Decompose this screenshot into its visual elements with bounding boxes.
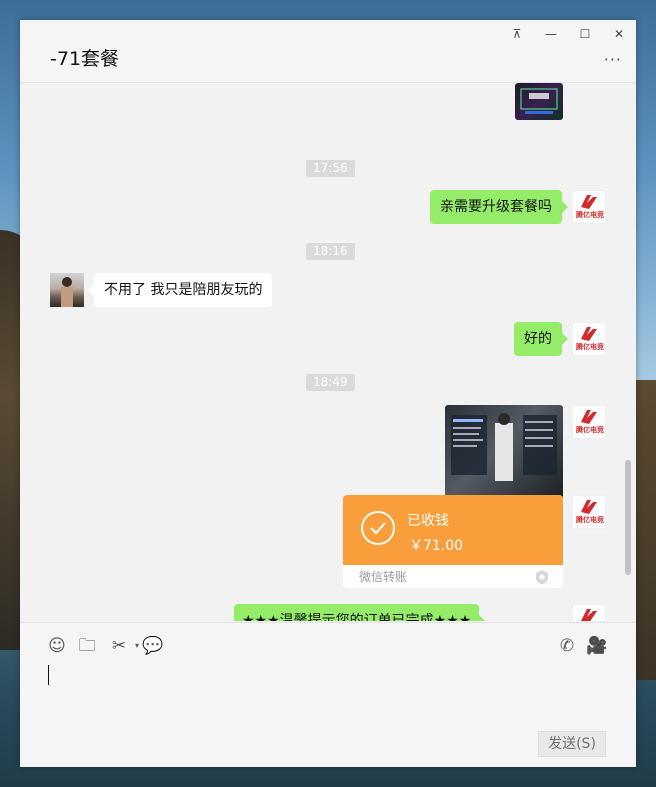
avatar[interactable]: 腾亿电竞 <box>572 405 606 439</box>
message-bubble-order-complete[interactable]: ★★★温馨提示您的订单已完成★★★ <box>234 604 486 621</box>
send-button[interactable]: 发送(S) <box>538 731 606 757</box>
image-message-game[interactable] <box>445 405 563 499</box>
chat-window: -71套餐 ⊼ — ☐ ✕ ··· 17:56 亲需要升级套餐吗 腾亿电竞 18… <box>20 20 636 767</box>
brand-logo-icon <box>581 500 597 514</box>
chat-title: -71套餐 <box>50 48 120 70</box>
timestamp: 18:49 <box>306 374 355 391</box>
timestamp: 17:56 <box>306 160 355 177</box>
transfer-header: 已收钱 ￥71.00 <box>343 495 563 565</box>
transfer-status: 已收钱 <box>407 513 449 529</box>
close-button[interactable]: ✕ <box>608 25 630 43</box>
more-options-icon[interactable]: ··· <box>604 50 622 69</box>
brand-logo-icon <box>581 410 597 424</box>
logo-text: 腾亿电竞 <box>576 516 604 524</box>
transfer-amount: ￥71.00 <box>409 538 464 554</box>
maximize-button[interactable]: ☐ <box>574 25 596 43</box>
avatar[interactable] <box>572 604 606 621</box>
person-photo-icon <box>61 277 73 307</box>
message-bubble-upgrade[interactable]: 亲需要升级套餐吗 <box>430 190 568 224</box>
brand-logo-icon <box>581 327 597 341</box>
message-input[interactable] <box>48 665 49 685</box>
title-bar: -71套餐 ⊼ — ☐ ✕ ··· <box>20 20 636 83</box>
wechat-pay-icon <box>536 570 548 584</box>
emoji-icon[interactable]: ☺ <box>46 635 68 657</box>
scrollbar-thumb[interactable] <box>625 460 631 575</box>
phone-icon[interactable]: ✆ <box>556 635 578 657</box>
message-bubble-ok[interactable]: 好的 <box>514 322 568 356</box>
logo-text: 腾亿电竞 <box>576 343 604 351</box>
pin-icon[interactable]: ⊼ <box>506 25 528 43</box>
avatar[interactable]: 腾亿电竞 <box>572 495 606 529</box>
transfer-card[interactable]: 已收钱 ￥71.00 微信转账 <box>343 495 563 588</box>
chat-history-icon[interactable]: 💬 <box>142 635 164 657</box>
image-message-partial[interactable] <box>515 83 563 120</box>
logo-text: 腾亿电竞 <box>576 426 604 434</box>
brand-logo-icon <box>581 195 597 209</box>
check-circle-icon <box>361 511 395 545</box>
minimize-button[interactable]: — <box>540 25 562 43</box>
avatar-friend[interactable] <box>50 273 84 307</box>
message-bubble-friend[interactable]: 不用了 我只是陪朋友玩的 <box>87 273 273 307</box>
game-thumbnail-icon <box>520 88 558 114</box>
folder-icon[interactable]: 🗀 <box>76 635 98 657</box>
logo-text: 腾亿电竞 <box>576 211 604 219</box>
avatar[interactable]: 腾亿电竞 <box>572 322 606 356</box>
timestamp: 18:16 <box>306 243 355 260</box>
message-list[interactable]: 17:56 亲需要升级套餐吗 腾亿电竞 18:16 不用了 我只是陪朋友玩的 好… <box>20 83 636 621</box>
game-screenshot-icon <box>451 413 557 481</box>
video-icon[interactable]: 🎥 <box>586 635 608 657</box>
input-area: ☺ 🗀 ✂ ▾ 💬 ✆ 🎥 发送(S) <box>20 622 636 767</box>
brand-logo-icon <box>581 609 597 621</box>
transfer-footer: 微信转账 <box>359 570 408 584</box>
avatar[interactable]: 腾亿电竞 <box>572 190 606 224</box>
